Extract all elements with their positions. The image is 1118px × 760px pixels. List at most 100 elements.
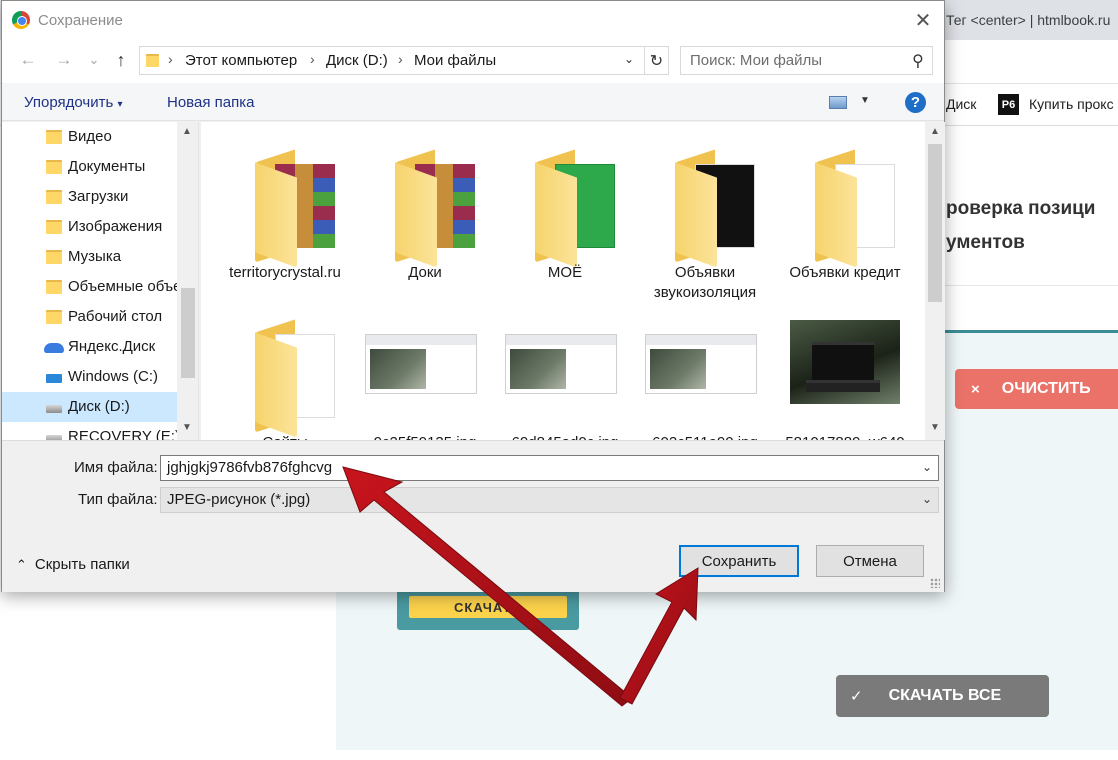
sidebar-item-label: Изображения bbox=[68, 218, 163, 235]
file-form-area: Имя файла: jghjgkj9786fvb876fghcvg ⌄ Тип… bbox=[2, 440, 944, 592]
sidebar-item-label: Видео bbox=[68, 128, 112, 145]
bookmark-buy-proxy[interactable]: Купить прокс bbox=[1029, 96, 1114, 112]
folder-icon bbox=[775, 130, 915, 268]
chevron-down-icon[interactable]: ⌄ bbox=[922, 460, 932, 474]
sidebar-item-label: RECOVERY (E:) bbox=[68, 428, 177, 440]
folder-item[interactable]: Доки bbox=[355, 130, 495, 286]
scrollbar-thumb[interactable] bbox=[928, 144, 942, 302]
search-input[interactable]: Поиск: Мои файлы ⚲ bbox=[680, 46, 933, 75]
scroll-up-icon[interactable]: ▲ bbox=[930, 126, 940, 137]
chevron-right-icon[interactable]: › bbox=[398, 51, 403, 67]
forward-arrow-icon[interactable]: → bbox=[52, 47, 76, 73]
file-name: 581017889_w640 bbox=[775, 433, 915, 440]
folder-icon bbox=[215, 300, 355, 438]
sidebar-item[interactable]: Документы bbox=[2, 152, 177, 182]
sidebar-item[interactable]: Объемные объе bbox=[2, 272, 177, 302]
image-file-item[interactable]: 602c511e90.jpg bbox=[635, 300, 775, 440]
sidebar-item-icon bbox=[46, 160, 62, 174]
file-name: 69d845ad0c.jpg bbox=[495, 433, 635, 440]
file-name: territorycrystal.ru bbox=[229, 264, 341, 281]
navigation-pane: RECOVERY (E:) Диск (D:) Windows (C:) Яндекс… bbox=[2, 122, 199, 440]
sidebar-item-label: Рабочий стол bbox=[68, 308, 163, 325]
file-name: Объявки кредит bbox=[789, 264, 901, 281]
close-icon: × bbox=[971, 380, 980, 398]
chevron-right-icon[interactable]: › bbox=[310, 51, 315, 67]
breadcrumb-my-files[interactable]: Мои файлы bbox=[414, 52, 496, 69]
image-thumbnail bbox=[635, 300, 775, 430]
dialog-titlebar[interactable]: Сохранение ✕ bbox=[2, 1, 944, 39]
sidebar-item[interactable]: Яндекс.Диск bbox=[2, 332, 177, 362]
file-name: 9c25f59135.jpg bbox=[355, 433, 495, 440]
image-file-item[interactable]: 581017889_w640 bbox=[775, 300, 915, 440]
file-list-scrollbar[interactable]: ▲ ▼ bbox=[925, 122, 945, 440]
clear-button[interactable]: × ОЧИСТИТЬ bbox=[955, 369, 1118, 409]
file-name: Сайты bbox=[215, 433, 355, 440]
back-arrow-icon[interactable]: ← bbox=[16, 47, 40, 73]
sidebar-item[interactable]: Windows (C:) bbox=[2, 362, 177, 392]
breadcrumb-drive-d[interactable]: Диск (D:) bbox=[326, 52, 388, 69]
folder-icon bbox=[355, 130, 495, 268]
dialog-title: Сохранение bbox=[38, 12, 123, 29]
download-button[interactable]: СКАЧАТЬ bbox=[409, 596, 567, 618]
save-button[interactable]: Сохранить bbox=[679, 545, 799, 577]
sidebar-item-icon bbox=[46, 190, 62, 204]
resize-grip-icon[interactable] bbox=[930, 578, 940, 588]
scrollbar-thumb[interactable] bbox=[181, 288, 195, 378]
chevron-down-icon[interactable]: ⌄ bbox=[624, 52, 634, 66]
filetype-select[interactable]: JPEG-рисунок (*.jpg) ⌄ bbox=[160, 487, 939, 513]
change-view-icon[interactable] bbox=[829, 96, 847, 109]
bookmark-disk[interactable]: Диск bbox=[946, 96, 976, 112]
sidebar-item[interactable]: Рабочий стол bbox=[2, 302, 177, 332]
sidebar-item[interactable]: RECOVERY (E:) bbox=[2, 422, 177, 440]
recent-locations-chevron-icon[interactable]: ⌄ bbox=[82, 47, 106, 73]
file-name: 602c511e90.jpg bbox=[635, 433, 775, 440]
folder-item[interactable]: Сайты bbox=[215, 300, 355, 440]
image-file-item[interactable]: 69d845ad0c.jpg bbox=[495, 300, 635, 440]
file-name: МОЁ bbox=[547, 264, 583, 281]
checkmark-icon: ✓ bbox=[850, 688, 863, 705]
cancel-button[interactable]: Отмена bbox=[816, 545, 924, 577]
caret-down-icon: ▾ bbox=[117, 99, 123, 110]
sidebar-item[interactable]: Видео bbox=[2, 122, 177, 152]
command-toolbar: Упорядочить ▾ Новая папка ▼ ? bbox=[2, 83, 944, 121]
sidebar-item[interactable]: Диск (D:) bbox=[2, 392, 177, 422]
folder-item[interactable]: territorycrystal.ru bbox=[215, 130, 355, 286]
image-file-item[interactable]: 9c25f59135.jpg bbox=[355, 300, 495, 440]
folder-item[interactable]: Объявки звукоизоляция bbox=[635, 130, 775, 301]
folder-icon bbox=[495, 130, 635, 268]
sidebar-item-label: Музыка bbox=[68, 248, 122, 265]
folder-item[interactable]: МОЁ bbox=[495, 130, 635, 286]
breadcrumb-this-pc[interactable]: Этот компьютер bbox=[185, 52, 297, 69]
filename-label: Имя файла: bbox=[74, 459, 158, 476]
refresh-icon[interactable]: ↻ bbox=[644, 47, 668, 74]
chrome-icon bbox=[12, 11, 30, 29]
sidebar-item-label: Windows (C:) bbox=[68, 368, 159, 385]
filename-input[interactable]: jghjgkj9786fvb876fghcvg ⌄ bbox=[160, 455, 939, 481]
sidebar-item[interactable]: Загрузки bbox=[2, 182, 177, 212]
navigation-scrollbar[interactable]: ▲ ▼ bbox=[177, 122, 198, 440]
folder-item[interactable]: Объявки кредит bbox=[775, 130, 915, 286]
hide-folders-button[interactable]: ⌃ Скрыть папки bbox=[16, 556, 130, 573]
caret-down-icon[interactable]: ▼ bbox=[860, 95, 870, 106]
folder-icon bbox=[146, 54, 159, 67]
p6-logo-icon: P6 bbox=[998, 94, 1019, 115]
scroll-down-icon[interactable]: ▼ bbox=[930, 422, 940, 433]
organize-menu[interactable]: Упорядочить ▾ bbox=[24, 94, 122, 111]
search-icon[interactable]: ⚲ bbox=[912, 51, 924, 71]
scroll-down-icon[interactable]: ▼ bbox=[182, 422, 192, 433]
scroll-up-icon[interactable]: ▲ bbox=[182, 126, 192, 137]
file-name: Объявки звукоизоляция bbox=[653, 264, 757, 301]
address-bar[interactable]: › Этот компьютер › Диск (D:) › Мои файлы… bbox=[139, 46, 669, 75]
browser-tab-title[interactable]: Тег <center> | htmlbook.ru bbox=[946, 12, 1110, 28]
sidebar-item-icon bbox=[46, 405, 62, 413]
help-icon[interactable]: ? bbox=[905, 92, 926, 113]
chevron-down-icon[interactable]: ⌄ bbox=[922, 492, 932, 506]
new-folder-button[interactable]: Новая папка bbox=[167, 94, 254, 111]
sidebar-item[interactable]: Изображения bbox=[2, 212, 177, 242]
sidebar-item[interactable]: Музыка bbox=[2, 242, 177, 272]
close-button[interactable]: ✕ bbox=[906, 3, 940, 37]
filename-value: jghjgkj9786fvb876fghcvg bbox=[167, 459, 333, 476]
filetype-label: Тип файла: bbox=[78, 491, 158, 508]
up-arrow-icon[interactable]: ↑ bbox=[109, 47, 133, 73]
download-all-button[interactable]: ✓ СКАЧАТЬ ВСЕ bbox=[836, 675, 1049, 717]
